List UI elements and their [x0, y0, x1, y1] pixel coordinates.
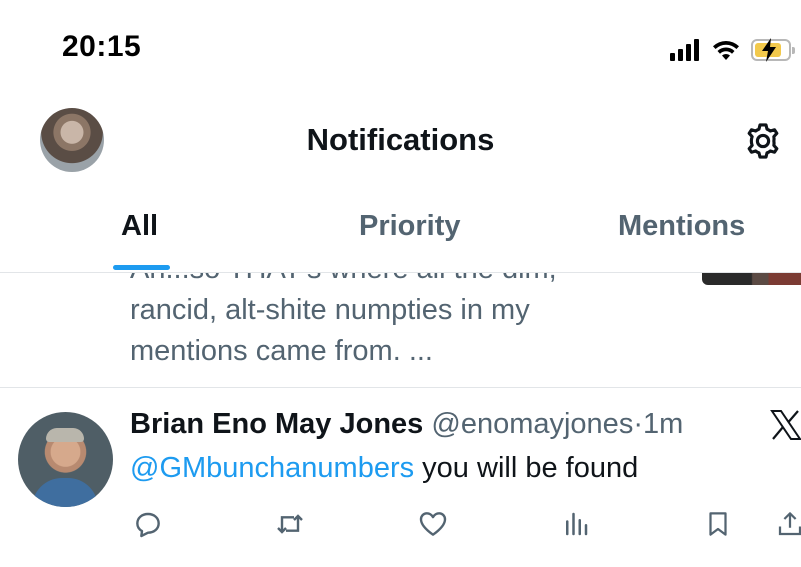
settings-button[interactable]	[740, 118, 786, 164]
author-display-name[interactable]: Brian Eno May Jones	[130, 408, 423, 440]
notification-tweet[interactable]: Brian Eno May Jones @enomayjones·1m @GMb…	[0, 388, 801, 567]
header: Notifications	[0, 100, 801, 190]
tab-mentions[interactable]: Mentions	[618, 210, 745, 243]
retweet-button[interactable]	[272, 506, 308, 542]
previous-tweet-text: Ah...so THAT's where all the dim, rancid…	[130, 273, 690, 372]
tweet-text-content: you will be found	[414, 452, 639, 484]
tweet-header: Brian Eno May Jones @enomayjones·1m	[130, 408, 683, 441]
notification-tabs: All Priority Mentions	[0, 190, 801, 273]
active-tab-indicator	[113, 265, 170, 270]
previous-tweet-media-thumbnail[interactable]	[702, 273, 801, 285]
share-icon	[778, 512, 801, 536]
like-button[interactable]	[415, 506, 451, 542]
views-icon	[566, 512, 588, 536]
previous-tweet-line: mentions came from. ...	[130, 335, 433, 367]
previous-tweet-line: Ah...so THAT's where all the dim,	[130, 273, 690, 290]
mention-link[interactable]: @GMbunchanumbers	[130, 452, 414, 484]
tweet-timestamp: 1m	[643, 408, 684, 440]
status-time: 20:15	[62, 30, 142, 63]
page-title: Notifications	[306, 122, 495, 157]
gear-icon	[747, 123, 779, 159]
status-icons	[670, 34, 795, 66]
like-icon	[419, 512, 447, 536]
battery-icon	[751, 38, 795, 62]
meta-separator: ·	[633, 408, 643, 440]
reply-icon	[136, 512, 160, 538]
author-handle[interactable]: @enomayjones	[431, 408, 633, 440]
bookmark-icon	[709, 512, 727, 536]
tweet-actions	[0, 506, 801, 546]
tweet-text: @GMbunchanumbers you will be found	[130, 452, 638, 485]
tab-priority[interactable]: Priority	[359, 210, 461, 243]
tab-all[interactable]: All	[121, 210, 158, 243]
share-button[interactable]	[772, 506, 801, 542]
bookmark-button[interactable]	[700, 506, 736, 542]
tweet-author-avatar[interactable]	[18, 412, 113, 507]
cellular-signal-icon	[670, 39, 699, 61]
previous-tweet-line: rancid, alt-shite numpties in my	[130, 294, 530, 326]
status-bar: 20:15	[0, 0, 801, 100]
wifi-icon	[711, 38, 741, 62]
retweet-icon	[277, 514, 303, 534]
reply-button[interactable]	[130, 506, 166, 542]
views-button[interactable]	[558, 506, 594, 542]
previous-notification[interactable]: Ah...so THAT's where all the dim, rancid…	[0, 273, 801, 388]
x-logo-icon	[770, 410, 801, 440]
